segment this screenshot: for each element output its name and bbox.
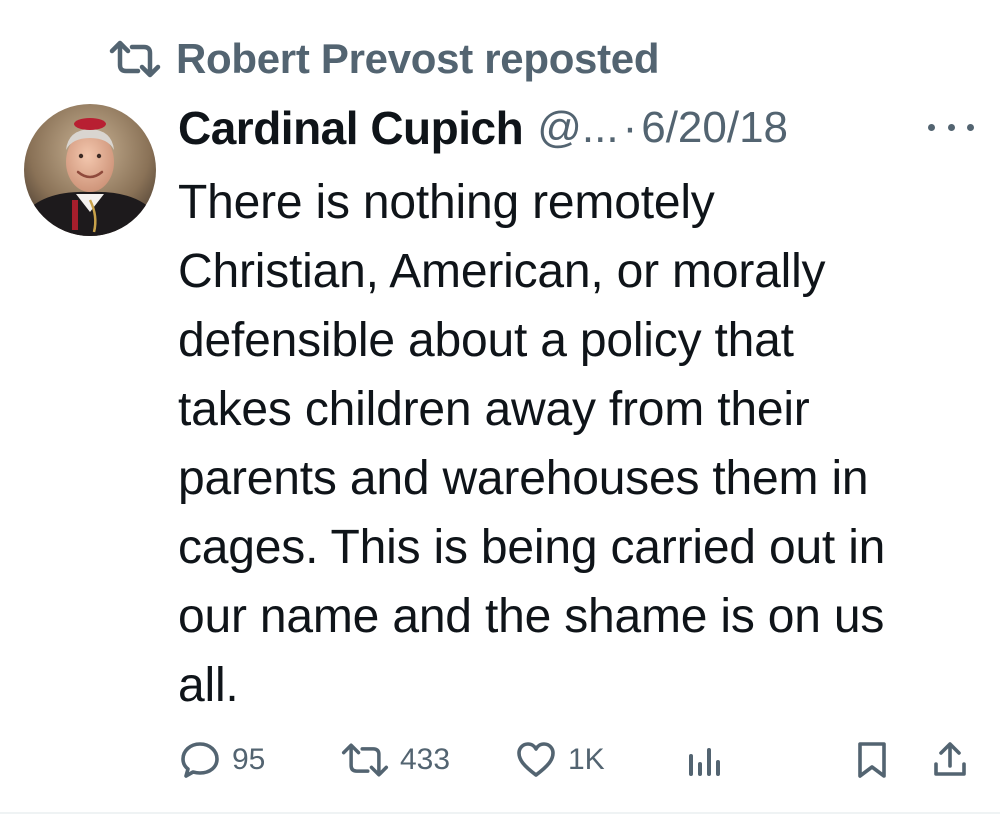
tweet-text-line: parents and warehouses them in: [178, 452, 869, 505]
tweet-text-line: our name and the shame is on us: [178, 590, 885, 643]
share-icon: [934, 742, 966, 776]
tweet-text-line: all.: [178, 659, 239, 712]
tweet-text-line: cages. This is being carried out in: [178, 521, 886, 574]
separator-dot: ·: [622, 103, 638, 152]
tweet-date[interactable]: 6/20/18: [641, 103, 788, 153]
author-name[interactable]: Cardinal Cupich: [178, 101, 524, 155]
divider: [0, 812, 1000, 814]
avatar[interactable]: [24, 104, 156, 236]
reply-icon: [181, 742, 219, 778]
repost-count: 433: [400, 743, 451, 776]
views-button[interactable]: [684, 730, 724, 790]
repost-indicator: Robert Prevost reposted: [108, 34, 660, 84]
like-button[interactable]: 1K: [514, 730, 605, 790]
reply-count: 95: [232, 743, 266, 776]
action-bar: 95 433 1K: [0, 730, 1000, 790]
reply-button[interactable]: 95: [178, 730, 265, 790]
bookmark-icon: [858, 742, 886, 778]
repost-icon: [341, 743, 389, 777]
tweet-text-line: takes children away from their: [178, 383, 810, 436]
tweet-text-line: defensible about a policy that: [178, 314, 794, 367]
repost-button[interactable]: 433: [340, 730, 450, 790]
author-handle[interactable]: @...: [537, 103, 618, 153]
avatar-photo: [24, 104, 156, 236]
repost-icon: [108, 39, 162, 79]
like-count: 1K: [568, 743, 605, 776]
bookmark-button[interactable]: [852, 730, 892, 790]
tweet-text-line: Christian, American, or morally: [178, 245, 826, 298]
tweet-header: Cardinal Cupich @... · 6/20/18: [178, 100, 978, 156]
repost-label[interactable]: Robert Prevost reposted: [176, 35, 660, 83]
views-icon: [689, 748, 720, 776]
tweet-text-line: There is nothing remotely: [178, 176, 715, 229]
tweet-body: There is nothing remotely Christian, Ame…: [178, 168, 978, 720]
like-icon: [517, 742, 555, 777]
more-options-icon[interactable]: [928, 112, 974, 142]
share-button[interactable]: [930, 730, 970, 790]
